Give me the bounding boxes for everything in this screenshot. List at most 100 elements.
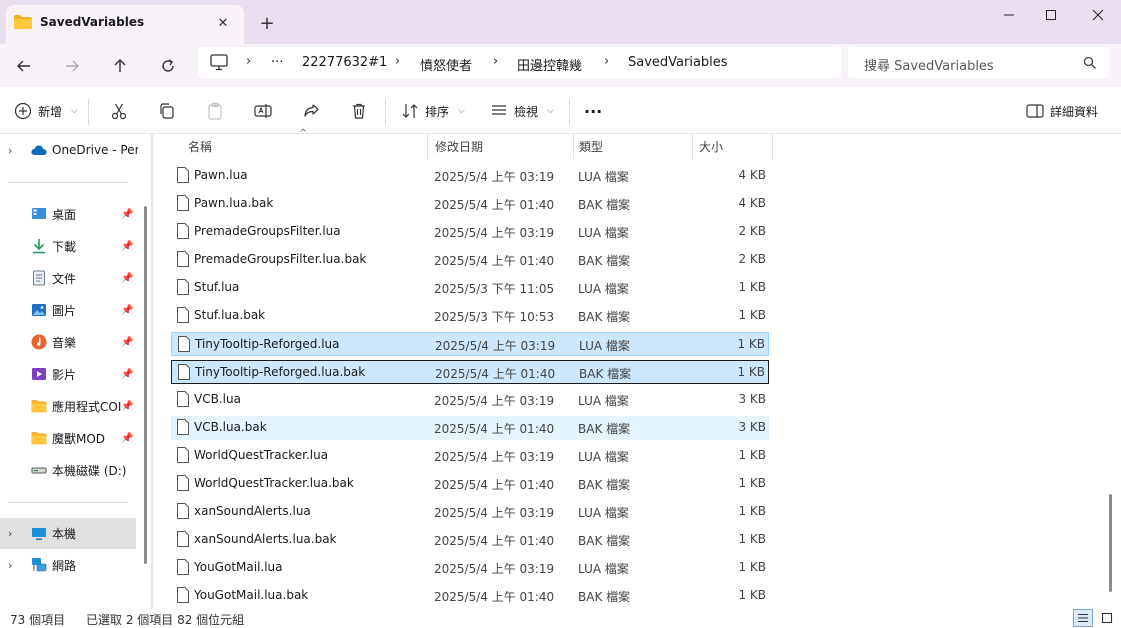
close-tab-icon[interactable]: ✕ [211, 11, 235, 35]
file-name: WorldQuestTracker.lua.bak [194, 476, 354, 490]
file-icon [177, 503, 189, 519]
tiles-view-icon [1101, 612, 1113, 624]
computer-icon [32, 527, 46, 540]
sidebar-item-wow-mod-folder[interactable]: 魔獸MOD 📌 [0, 423, 138, 453]
sidebar-item-onedrive[interactable]: › OneDrive - Pers [0, 135, 138, 165]
sidebar-item-apps-folder[interactable]: 應用程式COI 📌 [0, 391, 138, 421]
folder-icon [31, 432, 47, 445]
sidebar-item-music[interactable]: 音樂 📌 [0, 327, 138, 357]
file-name: Pawn.lua.bak [194, 196, 274, 210]
paste-button[interactable] [206, 97, 224, 125]
file-type: BAK 檔案 [578, 534, 631, 548]
table-row[interactable]: Stuf.lua.bak 2025/5/3 下午 10:53 BAK 檔案 1 … [171, 304, 769, 328]
copy-button[interactable] [158, 97, 176, 125]
forward-button[interactable] [56, 50, 88, 82]
sidebar-item-drive-d[interactable]: 本機磁碟 (D:) [0, 455, 138, 485]
table-row[interactable]: xanSoundAlerts.lua.bak 2025/5/4 上午 01:40… [171, 528, 769, 552]
close-icon [1092, 9, 1104, 21]
breadcrumb-item[interactable]: SavedVariables [628, 55, 728, 70]
table-row[interactable]: WorldQuestTracker.lua 2025/5/4 上午 03:19 … [171, 444, 769, 468]
sidebar-item-pictures[interactable]: 圖片 📌 [0, 295, 138, 325]
file-size: 1 KB [738, 504, 766, 518]
table-row[interactable]: WorldQuestTracker.lua.bak 2025/5/4 上午 01… [171, 472, 769, 496]
file-icon [177, 559, 189, 575]
column-header-date[interactable]: 修改日期 [435, 134, 483, 159]
column-header-type[interactable]: 類型 [579, 134, 603, 159]
file-date: 2025/5/4 上午 01:40 [434, 422, 555, 436]
table-row-hovered[interactable]: VCB.lua.bak 2025/5/4 上午 01:40 BAK 檔案 3 K… [171, 416, 769, 440]
sidebar-item-videos[interactable]: 影片 📌 [0, 359, 138, 389]
breadcrumb-more[interactable]: ··· [271, 55, 283, 70]
table-row[interactable]: Pawn.lua.bak 2025/5/4 上午 01:40 BAK 檔案 4 … [171, 192, 769, 216]
refresh-button[interactable] [152, 50, 184, 82]
chevron-down-icon: ⌵ [458, 106, 465, 116]
breadcrumb-item[interactable]: 田邊控韓幾 [517, 55, 582, 74]
table-row[interactable]: Stuf.lua 2025/5/3 下午 11:05 LUA 檔案 1 KB [171, 276, 769, 300]
table-row[interactable]: YouGotMail.lua.bak 2025/5/4 上午 01:40 BAK… [171, 584, 769, 608]
column-divider[interactable] [573, 134, 574, 159]
sort-button[interactable]: 排序 ⌵ [401, 97, 465, 125]
maximize-button[interactable] [1028, 0, 1074, 30]
minimize-button[interactable] [986, 0, 1032, 30]
file-size: 1 KB [737, 365, 765, 379]
sidebar-scrollbar[interactable] [144, 206, 147, 564]
table-row[interactable]: PremadeGroupsFilter.lua 2025/5/4 上午 03:1… [171, 220, 769, 244]
path-box[interactable]: › ··· 22277632#1 › 憤怒使者 › 田邊控韓幾 › SavedV… [198, 47, 841, 78]
file-size: 1 KB [738, 532, 766, 546]
sidebar-item-label: 下載 [52, 239, 77, 254]
sidebar-item-desktop[interactable]: 桌面 📌 [0, 199, 138, 229]
chevron-right-icon[interactable]: › [8, 527, 12, 540]
table-row[interactable]: YouGotMail.lua 2025/5/4 上午 03:19 LUA 檔案 … [171, 556, 769, 580]
share-button[interactable] [302, 97, 320, 125]
file-date: 2025/5/4 上午 01:40 [434, 534, 555, 548]
pin-icon: 📌 [121, 368, 134, 380]
folder-icon [14, 15, 32, 29]
tiles-view-button[interactable] [1097, 609, 1117, 627]
sidebar-item-downloads[interactable]: 下載 📌 [0, 231, 138, 261]
breadcrumb-item[interactable]: 22277632#1 [302, 55, 387, 70]
column-divider[interactable] [692, 134, 693, 159]
details-view-button[interactable] [1073, 609, 1093, 627]
chevron-right-icon[interactable]: › [8, 559, 12, 572]
maximize-icon [1046, 10, 1056, 20]
up-button[interactable] [104, 50, 136, 82]
sidebar-item-documents[interactable]: 文件 📌 [0, 263, 138, 293]
file-date: 2025/5/4 上午 01:40 [434, 198, 555, 212]
chevron-right-icon[interactable]: › [8, 144, 12, 157]
column-divider[interactable] [772, 134, 773, 159]
rename-button[interactable] [254, 97, 272, 125]
computer-icon [210, 54, 228, 71]
table-row[interactable]: PremadeGroupsFilter.lua.bak 2025/5/4 上午 … [171, 248, 769, 272]
file-list: 名稱 ^ 修改日期 類型 大小 Pawn.lua 2025/5/4 上午 03:… [153, 128, 1121, 608]
search-input[interactable]: 搜尋 SavedVariables [864, 55, 994, 74]
new-button[interactable]: 新增 ⌵ [14, 97, 78, 125]
cut-button[interactable] [110, 97, 128, 125]
file-type: BAK 檔案 [578, 422, 631, 436]
file-size: 1 KB [738, 588, 766, 602]
sidebar-item-this-pc[interactable]: › 本機 [0, 518, 136, 549]
sidebar-item-network[interactable]: › 網路 [0, 550, 138, 580]
more-options-button[interactable]: ··· [584, 97, 602, 125]
view-button[interactable]: 檢視 ⌵ [490, 97, 554, 125]
table-row[interactable]: xanSoundAlerts.lua 2025/5/4 上午 03:19 LUA… [171, 500, 769, 524]
details-pane-button[interactable]: 詳細資料 [1026, 97, 1098, 125]
back-button[interactable] [8, 50, 40, 82]
column-header-size[interactable]: 大小 [699, 134, 723, 159]
table-row[interactable]: Pawn.lua 2025/5/4 上午 03:19 LUA 檔案 4 KB [171, 164, 769, 188]
chevron-right-icon: › [246, 54, 252, 69]
close-window-button[interactable] [1075, 0, 1121, 30]
table-row-selected-focused[interactable]: TinyTooltip-Reforged.lua.bak 2025/5/4 上午… [171, 360, 769, 384]
search-box[interactable]: 搜尋 SavedVariables [848, 47, 1109, 78]
pin-icon: 📌 [121, 208, 134, 220]
table-row-selected[interactable]: TinyTooltip-Reforged.lua 2025/5/4 上午 03:… [171, 332, 769, 356]
column-header-name[interactable]: 名稱 [188, 134, 212, 159]
new-tab-button[interactable]: + [254, 10, 280, 36]
file-list-scrollbar[interactable] [1109, 494, 1112, 592]
file-type: BAK 檔案 [578, 310, 631, 324]
delete-button[interactable] [350, 97, 368, 125]
column-divider[interactable] [427, 134, 428, 159]
tab-savedvariables[interactable]: SavedVariables ✕ [6, 5, 244, 44]
file-icon [177, 251, 189, 267]
breadcrumb-item[interactable]: 憤怒使者 [420, 55, 472, 74]
table-row[interactable]: VCB.lua 2025/5/4 上午 03:19 LUA 檔案 3 KB [171, 388, 769, 412]
